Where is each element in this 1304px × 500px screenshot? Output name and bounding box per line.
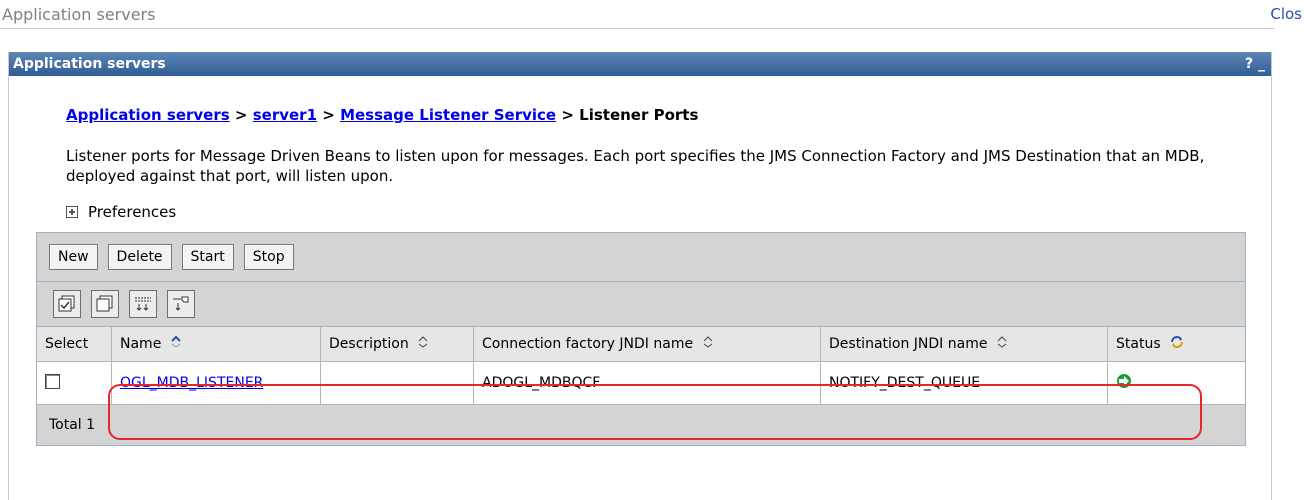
preferences-toggle[interactable]: Preferences (66, 203, 176, 221)
breadcrumb-link-application-servers[interactable]: Application servers (66, 106, 230, 124)
sort-icon[interactable] (702, 335, 714, 353)
column-header-name[interactable]: Name (111, 327, 321, 362)
sort-ascending-icon[interactable] (170, 335, 182, 353)
top-bar: Application servers Clos (0, 0, 1304, 30)
icon-toolbar (37, 282, 1245, 327)
started-arrow-icon (1116, 374, 1132, 393)
listener-ports-table: Select Name Description Connection facto… (37, 327, 1245, 445)
breadcrumb-separator: > (322, 106, 335, 124)
column-header-connection-factory-label: Connection factory JNDI name (482, 336, 694, 352)
table-footer-row: Total 1 (37, 404, 1245, 445)
sort-icon[interactable] (417, 335, 429, 353)
delete-button[interactable]: Delete (107, 244, 172, 270)
listener-port-link[interactable]: OGL_MDB_LISTENER (120, 375, 263, 391)
portlet-controls[interactable]: ? _ (1245, 52, 1265, 76)
select-all-icon[interactable] (53, 290, 81, 318)
column-header-destination[interactable]: Destination JNDI name (820, 327, 1108, 362)
table-row: OGL_MDB_LISTENER ADOGL_MDBQCF NOTIFY_DES… (37, 361, 1245, 405)
breadcrumb-separator: > (561, 106, 574, 124)
page-description: Listener ports for Message Driven Beans … (66, 147, 1205, 185)
start-button[interactable]: Start (181, 244, 234, 270)
portlet-title: Application servers (13, 56, 166, 72)
preferences-label: Preferences (88, 203, 177, 221)
column-header-description-label: Description (329, 336, 409, 352)
column-header-status-label: Status (1116, 336, 1161, 352)
column-header-select: Select (37, 327, 112, 362)
column-header-connection-factory[interactable]: Connection factory JNDI name (473, 327, 821, 362)
status-cell (1107, 361, 1245, 405)
deselect-all-icon[interactable] (91, 290, 119, 318)
breadcrumb: Application servers > server1 > Message … (66, 106, 698, 124)
close-link[interactable]: Clos (1270, 5, 1302, 23)
table-header-row: Select Name Description Connection facto… (37, 327, 1245, 362)
clear-filter-icon[interactable] (167, 290, 195, 318)
column-header-name-label: Name (120, 336, 162, 352)
select-cell (37, 361, 112, 405)
button-toolbar: New Delete Start Stop (37, 233, 1245, 282)
row-checkbox[interactable] (45, 373, 60, 389)
refresh-icon[interactable] (1169, 334, 1185, 354)
total-count: Total 1 (37, 404, 1245, 445)
destination-cell: NOTIFY_DEST_QUEUE (820, 361, 1108, 405)
description-cell (320, 361, 474, 405)
breadcrumb-link-message-listener-service[interactable]: Message Listener Service (340, 106, 556, 124)
column-header-description[interactable]: Description (320, 327, 474, 362)
page-title: Application servers (2, 5, 156, 24)
column-header-destination-label: Destination JNDI name (829, 336, 988, 352)
connection-factory-cell: ADOGL_MDBQCF (473, 361, 821, 405)
breadcrumb-link-server1[interactable]: server1 (253, 106, 317, 124)
expand-icon[interactable] (66, 206, 78, 218)
divider (0, 28, 1274, 29)
listener-ports-table-container: New Delete Start Stop Select Name Descri… (36, 232, 1246, 446)
breadcrumb-current: Listener Ports (579, 106, 699, 124)
column-header-status[interactable]: Status (1107, 327, 1245, 362)
name-cell: OGL_MDB_LISTENER (111, 361, 321, 405)
portlet-header: Application servers ? _ (9, 52, 1271, 76)
stop-button[interactable]: Stop (243, 244, 294, 270)
breadcrumb-separator: > (234, 106, 248, 124)
sort-icon[interactable] (996, 335, 1008, 353)
new-button[interactable]: New (49, 244, 98, 270)
show-filter-icon[interactable] (129, 290, 157, 318)
